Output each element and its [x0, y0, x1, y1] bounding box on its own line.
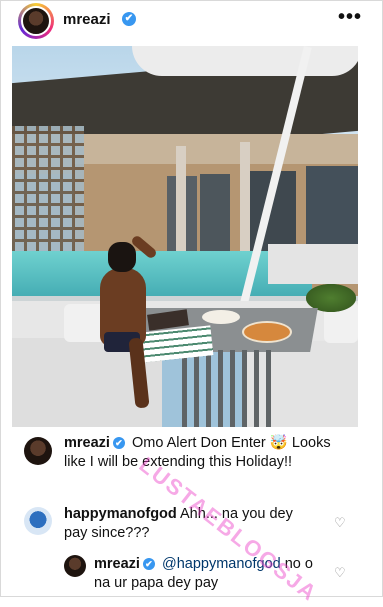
comment-avatar[interactable]: [24, 437, 52, 465]
comment: mreazi ✔ Omo Alert Don Enter 🤯 Looks like…: [64, 434, 334, 472]
post-photo[interactable]: [12, 46, 358, 427]
photo-plate: [202, 310, 240, 324]
photo-lounger: [268, 244, 358, 284]
like-heart-icon[interactable]: ♡: [334, 515, 346, 531]
avatar-image: [21, 6, 51, 36]
photo-person-head: [108, 242, 136, 272]
photo-umbrella-canopy: [132, 46, 358, 76]
comment-username[interactable]: mreazi: [94, 556, 140, 572]
verified-icon: ✔: [112, 437, 125, 449]
comment-username[interactable]: happymanofgod: [64, 506, 177, 522]
post-header: mreazi ✔ •••: [0, 0, 383, 44]
avatar[interactable]: [18, 3, 54, 39]
photo-pizza: [242, 321, 292, 343]
verified-icon: ✔: [122, 12, 136, 26]
photo-table-legs: [182, 350, 272, 427]
comment-avatar[interactable]: [24, 507, 52, 535]
post-username[interactable]: mreazi: [63, 11, 111, 28]
more-options-icon[interactable]: •••: [338, 6, 362, 29]
verified-icon: ✔: [142, 558, 155, 570]
comment-avatar[interactable]: [64, 555, 86, 577]
like-heart-icon[interactable]: ♡: [334, 565, 346, 581]
comment-username[interactable]: mreazi: [64, 435, 110, 451]
